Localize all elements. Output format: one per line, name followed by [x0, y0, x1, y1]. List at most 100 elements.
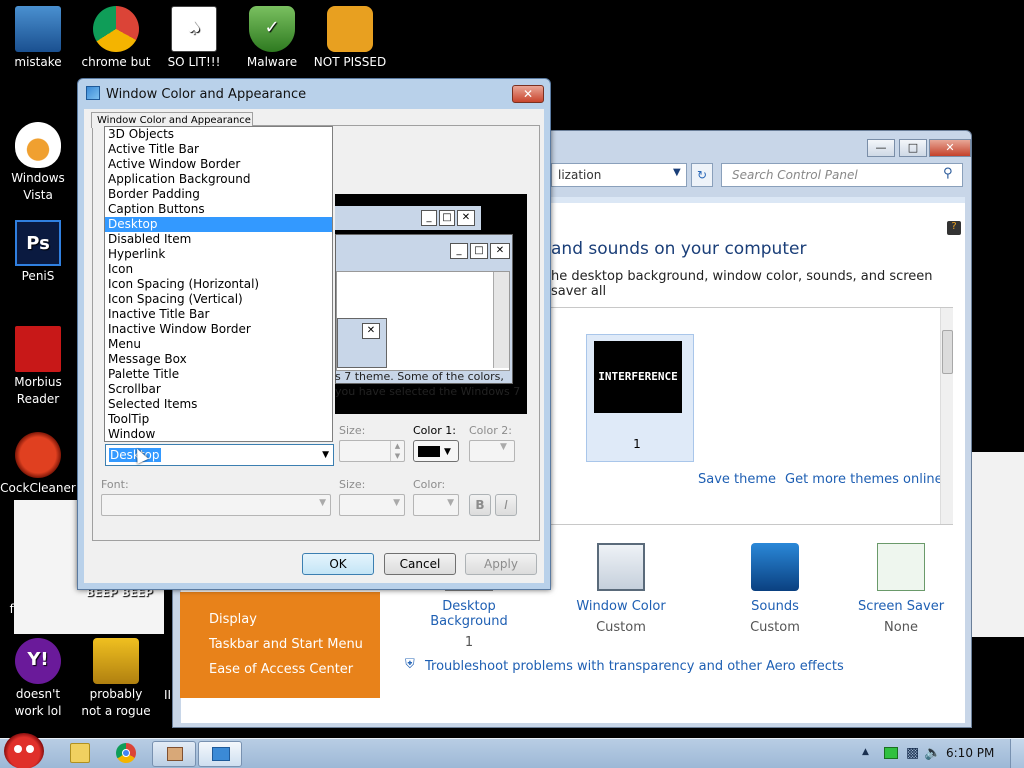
display-link[interactable]: Display — [209, 612, 257, 627]
list-item[interactable]: Inactive Title Bar — [105, 307, 332, 322]
close-button[interactable]: ✕ — [929, 139, 971, 157]
list-item[interactable]: Selected Items — [105, 397, 332, 412]
taskbar-item-personalization[interactable] — [152, 741, 196, 767]
chevron-down-icon: ▼ — [500, 442, 507, 452]
personalize-item-sounds[interactable]: Sounds Custom — [711, 543, 839, 635]
theme-thumbnail: INTERFERENCE — [594, 341, 682, 413]
screen-saver-icon — [877, 543, 925, 591]
list-item[interactable]: Hyperlink — [105, 247, 332, 262]
color2-picker[interactable]: ▼ — [469, 440, 515, 462]
address-bar[interactable]: lization — [551, 163, 687, 187]
font-size-label: Size: — [339, 478, 366, 491]
list-item[interactable]: Application Background — [105, 172, 332, 187]
taskbar-item-window-color[interactable] — [198, 741, 242, 767]
volume-icon[interactable]: 🔈 — [924, 745, 941, 761]
computer-gears-icon — [93, 638, 139, 684]
sounds-icon — [751, 543, 799, 591]
item-title[interactable]: Screen Saver — [837, 599, 965, 614]
desktop-icon-label: PeniS — [21, 269, 55, 283]
desktop-icon-11[interactable]: Y! doesn't work lol — [0, 634, 76, 720]
desktop-icon-5[interactable]: NOT PISSED — [312, 2, 388, 71]
personalize-item-window-color[interactable]: Window Color Custom — [557, 543, 685, 635]
network-icon[interactable]: ▩ — [906, 745, 919, 761]
item-title[interactable]: Desktop Background — [405, 599, 533, 629]
action-center-icon[interactable] — [884, 747, 898, 759]
list-item[interactable]: Icon — [105, 262, 332, 277]
list-item[interactable]: Desktop — [105, 217, 332, 232]
list-item[interactable]: Disabled Item — [105, 232, 332, 247]
chrome-icon[interactable] — [116, 743, 136, 763]
item-title[interactable]: Sounds — [711, 599, 839, 614]
explorer-icon[interactable] — [70, 743, 90, 763]
dialog-close-button[interactable]: ✕ — [512, 85, 544, 103]
ease-of-access-link[interactable]: Ease of Access Center — [209, 662, 353, 677]
preview-inactive-window: _ □ ✕ — [335, 206, 481, 230]
ok-button[interactable]: OK — [302, 553, 374, 575]
clock[interactable]: 6:10 PM — [946, 746, 994, 760]
item-dropdown-list[interactable]: 3D Objects Active Title Bar Active Window … — [104, 126, 333, 442]
item-size-spinner[interactable]: ▲ ▼ — [339, 440, 405, 462]
search-input[interactable]: Search Control Panel — [721, 163, 963, 187]
bold-button[interactable]: B — [469, 494, 491, 516]
address-dropdown-icon[interactable]: ▼ — [673, 167, 681, 178]
list-item[interactable]: Scrollbar — [105, 382, 332, 397]
scrollbar-thumb[interactable] — [942, 330, 953, 374]
list-item[interactable]: Menu — [105, 337, 332, 352]
shield-icon: ⛨ — [405, 657, 415, 672]
desktop-icon-4[interactable]: ✓ Malware — [234, 2, 310, 71]
desktop-icon-12[interactable]: probably not a rogue — [78, 634, 154, 720]
desktop-icon-8[interactable]: Morbius Reader — [0, 322, 76, 408]
desktop-icon-2[interactable]: chrome but — [78, 2, 154, 71]
info-text-1: s 7 theme. Some of the colors, — [335, 370, 504, 383]
show-hidden-icons[interactable]: ▲ — [862, 747, 869, 757]
desktop-icon-9[interactable]: CockCleaner — [0, 428, 76, 497]
desktop-icon-label: CockCleaner — [0, 481, 76, 495]
list-item[interactable]: Border Padding — [105, 187, 332, 202]
font-select[interactable]: ▼ — [101, 494, 331, 516]
item-title[interactable]: Window Color — [557, 599, 685, 614]
desktop-icon-6[interactable]: Windows Vista — [0, 118, 76, 204]
minimize-button[interactable]: — — [867, 139, 895, 157]
page-subtext: he desktop background, window color, sou… — [551, 269, 933, 299]
list-item[interactable]: Message Box — [105, 352, 332, 367]
list-item[interactable]: ToolTip — [105, 412, 332, 427]
font-size-select[interactable]: ▼ — [339, 494, 405, 516]
scrollbar[interactable] — [940, 308, 953, 524]
cancel-button[interactable]: Cancel — [384, 553, 456, 575]
list-item[interactable]: 3D Objects — [105, 127, 332, 142]
list-item[interactable]: Icon Spacing (Vertical) — [105, 292, 332, 307]
desktop-icon-label: probably not a rogue — [81, 687, 151, 718]
italic-button[interactable]: I — [495, 494, 517, 516]
troubleshoot-link[interactable]: Troubleshoot problems with transparency … — [425, 659, 844, 674]
search-icon[interactable]: ⚲ — [943, 166, 953, 181]
start-button[interactable] — [4, 733, 44, 768]
list-item[interactable]: Active Title Bar — [105, 142, 332, 157]
list-item[interactable]: Window — [105, 427, 332, 442]
theme-item[interactable]: INTERFERENCE 1 — [586, 334, 694, 462]
chrome-icon — [93, 6, 139, 52]
get-more-themes-link[interactable]: Get more themes online — [785, 472, 943, 487]
desktop-icon-label: NOT PISSED — [313, 55, 387, 69]
window-color-icon — [597, 543, 645, 591]
font-color-picker[interactable]: ▼ — [413, 494, 459, 516]
save-theme-link[interactable]: Save theme — [698, 472, 776, 487]
list-item[interactable]: Caption Buttons — [105, 202, 332, 217]
desktop-icon-label: doesn't work lol — [14, 687, 62, 718]
personalize-item-screen-saver[interactable]: Screen Saver None — [837, 543, 965, 635]
taskbar-start-menu-link[interactable]: Taskbar and Start Menu — [209, 637, 363, 652]
color1-picker[interactable]: ▼ — [413, 440, 459, 462]
help-icon[interactable]: ? — [947, 221, 961, 235]
list-item[interactable]: Active Window Border — [105, 157, 332, 172]
show-desktop-button[interactable] — [1010, 739, 1024, 768]
photoshop-icon: Ps — [15, 220, 61, 266]
apply-button[interactable]: Apply — [465, 553, 537, 575]
refresh-icon[interactable]: ↻ — [691, 163, 713, 187]
list-item[interactable]: Icon Spacing (Horizontal) — [105, 277, 332, 292]
list-item[interactable]: Palette Title — [105, 367, 332, 382]
desktop-icon-7[interactable]: Ps PeniS — [0, 216, 76, 285]
list-item[interactable]: Inactive Window Border — [105, 322, 332, 337]
maximize-button[interactable]: □ — [899, 139, 927, 157]
pdf-icon — [15, 326, 61, 372]
desktop-icon-3[interactable]: ♠ SO LIT!!! — [156, 2, 232, 71]
desktop-icon-1[interactable]: mistake — [0, 2, 76, 71]
